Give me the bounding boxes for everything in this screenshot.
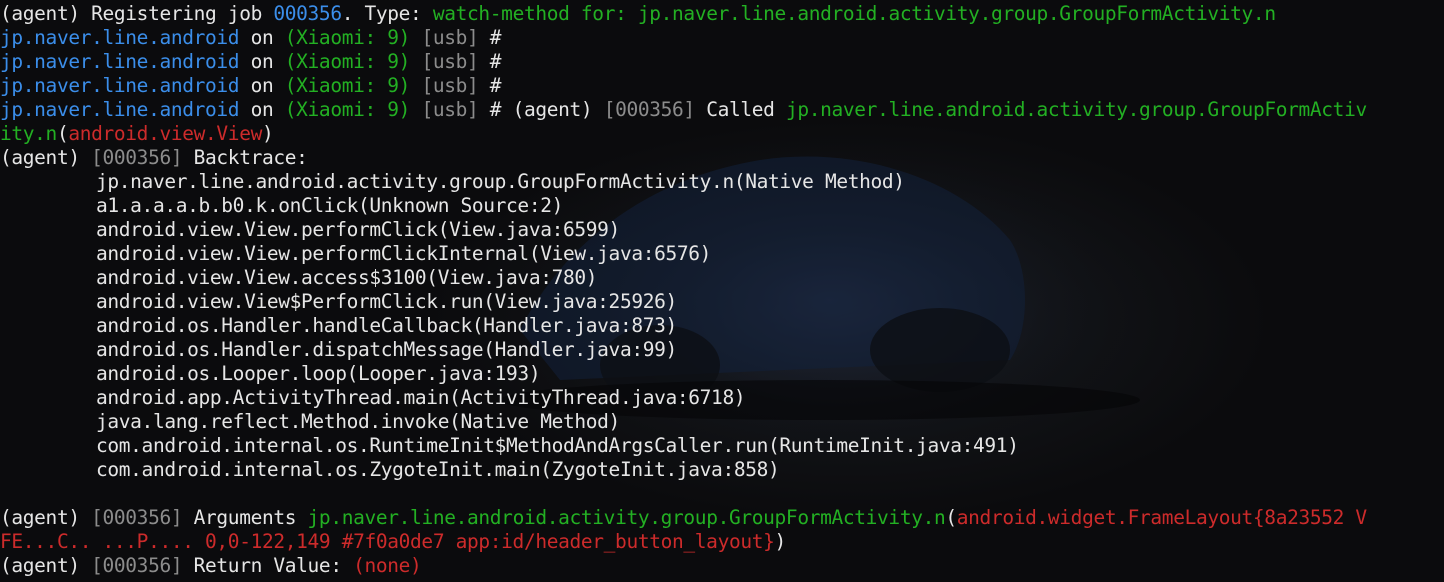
terminal-line: jp.naver.line.android.activity.group.Gro… xyxy=(0,170,1367,194)
terminal-text-segment: on xyxy=(239,26,285,49)
terminal-text-segment: Return Value: xyxy=(182,554,354,577)
terminal-line: (agent) [000356] Return Value: (none) xyxy=(0,554,1367,578)
terminal-text-segment: android.app.ActivityThread.main(Activity… xyxy=(96,386,746,409)
terminal-text-segment: ity.n xyxy=(0,122,57,145)
terminal-text-segment: on xyxy=(239,74,285,97)
terminal-text-segment: com.android.internal.os.ZygoteInit.main(… xyxy=(96,458,780,481)
terminal-text-segment: # (agent) xyxy=(478,98,604,121)
terminal-text-segment: android.os.Looper.loop(Looper.java:193) xyxy=(96,362,541,385)
terminal-text-segment: FE...C.. ...P.... 0,0-122,149 #7f0a0de7 … xyxy=(0,530,775,553)
terminal-line: android.app.ActivityThread.main(Activity… xyxy=(0,386,1367,410)
terminal-window[interactable]: (agent) Registering job 000356. Type: wa… xyxy=(0,0,1444,582)
terminal-line: jp.naver.line.android on (Xiaomi: 9) [us… xyxy=(0,74,1367,98)
terminal-text-segment: ) xyxy=(774,530,787,553)
terminal-text-segment: Called xyxy=(694,98,786,121)
terminal-text-segment: [000356] xyxy=(91,506,183,529)
terminal-text-segment: jp.naver.line.android.activity.group.Gro… xyxy=(96,170,905,193)
terminal-line: FE...C.. ...P.... 0,0-122,149 #7f0a0de7 … xyxy=(0,530,1367,554)
terminal-line: android.os.Looper.loop(Looper.java:193) xyxy=(0,362,1367,386)
terminal-text-segment: com.android.internal.os.RuntimeInit$Meth… xyxy=(96,434,1019,457)
terminal-line: jp.naver.line.android on (Xiaomi: 9) [us… xyxy=(0,50,1367,74)
terminal-text-segment: [000356] xyxy=(91,554,183,577)
terminal-text-segment: [usb] xyxy=(410,50,479,73)
terminal-line: android.view.View$PerformClick.run(View.… xyxy=(0,290,1367,314)
terminal-text-segment: (agent) Registering job xyxy=(0,2,274,25)
terminal-text-segment: [usb] xyxy=(410,98,479,121)
terminal-output: (agent) Registering job 000356. Type: wa… xyxy=(0,2,1367,578)
terminal-line: java.lang.reflect.Method.invoke(Native M… xyxy=(0,410,1367,434)
terminal-text-segment: android.view.View.performClickInternal(V… xyxy=(96,242,712,265)
terminal-text-segment: # xyxy=(478,74,502,97)
terminal-text-segment: android.widget.FrameLayout{8a23552 V xyxy=(956,506,1367,529)
terminal-line: jp.naver.line.android on (Xiaomi: 9) [us… xyxy=(0,26,1367,50)
terminal-line: (agent) Registering job 000356. Type: wa… xyxy=(0,2,1367,26)
terminal-text-segment: ) xyxy=(261,122,274,145)
terminal-line: a1.a.a.a.b.b0.k.onClick(Unknown Source:2… xyxy=(0,194,1367,218)
terminal-line: android.view.View.performClick(View.java… xyxy=(0,218,1367,242)
terminal-text-segment: (agent) xyxy=(0,506,92,529)
terminal-text-segment: a1.a.a.a.b.b0.k.onClick(Unknown Source:2… xyxy=(96,194,563,217)
terminal-text-segment: watch-method for: jp.naver.line.android.… xyxy=(432,2,1276,25)
terminal-text-segment: [000356] xyxy=(91,146,183,169)
terminal-text-segment: (none) xyxy=(353,554,422,577)
terminal-text-segment: ( xyxy=(945,506,957,529)
terminal-text-segment: java.lang.reflect.Method.invoke(Native M… xyxy=(96,410,620,433)
terminal-line: android.os.Handler.handleCallback(Handle… xyxy=(0,314,1367,338)
terminal-line: com.android.internal.os.RuntimeInit$Meth… xyxy=(0,434,1367,458)
terminal-text-segment: android.view.View xyxy=(68,122,262,145)
terminal-text-segment: android.view.View$PerformClick.run(View.… xyxy=(96,290,677,313)
terminal-text-segment: (agent) xyxy=(0,146,92,169)
terminal-text-segment: . Type: xyxy=(341,2,433,25)
terminal-text-segment: jp.naver.line.android xyxy=(0,98,240,121)
terminal-text-segment: (Xiaomi: 9) xyxy=(284,50,411,73)
terminal-text-segment: (agent) xyxy=(0,554,92,577)
terminal-text-segment: 000356 xyxy=(273,2,342,25)
terminal-text-segment: [000356] xyxy=(603,98,695,121)
terminal-text-segment: # xyxy=(478,26,502,49)
terminal-text-segment: [usb] xyxy=(410,26,479,49)
terminal-text-segment: Arguments xyxy=(182,506,308,529)
terminal-line: android.view.View.performClickInternal(V… xyxy=(0,242,1367,266)
terminal-text-segment: ( xyxy=(56,122,69,145)
terminal-text-segment: on xyxy=(239,50,285,73)
terminal-text-segment: (Xiaomi: 9) xyxy=(284,74,411,97)
terminal-text-segment: jp.naver.line.android xyxy=(0,74,240,97)
terminal-line: android.os.Handler.dispatchMessage(Handl… xyxy=(0,338,1367,362)
terminal-line: (agent) [000356] Arguments jp.naver.line… xyxy=(0,506,1367,530)
terminal-text-segment: android.view.View.access$3100(View.java:… xyxy=(96,266,598,289)
terminal-text-segment: jp.naver.line.android xyxy=(0,50,240,73)
terminal-text-segment: jp.naver.line.android xyxy=(0,26,240,49)
terminal-text-segment: android.view.View.performClick(View.java… xyxy=(96,218,620,241)
terminal-line: (agent) [000356] Backtrace: xyxy=(0,146,1367,170)
terminal-line: jp.naver.line.android on (Xiaomi: 9) [us… xyxy=(0,98,1367,122)
terminal-line: ity.n(android.view.View) xyxy=(0,122,1367,146)
terminal-line: android.view.View.access$3100(View.java:… xyxy=(0,266,1367,290)
terminal-line: com.android.internal.os.ZygoteInit.main(… xyxy=(0,458,1367,482)
terminal-text-segment: android.os.Handler.handleCallback(Handle… xyxy=(96,314,677,337)
terminal-text-segment: jp.naver.line.android.activity.group.Gro… xyxy=(785,98,1367,121)
terminal-text-segment: android.os.Handler.dispatchMessage(Handl… xyxy=(96,338,677,361)
terminal-text-segment: (Xiaomi: 9) xyxy=(284,98,411,121)
terminal-text-segment: Backtrace: xyxy=(182,146,308,169)
terminal-text-segment: # xyxy=(478,50,502,73)
terminal-text-segment: jp.naver.line.android.activity.group.Gro… xyxy=(307,506,946,529)
terminal-text-segment: [usb] xyxy=(410,74,479,97)
terminal-text-segment: (Xiaomi: 9) xyxy=(284,26,411,49)
terminal-text-segment: on xyxy=(239,98,285,121)
